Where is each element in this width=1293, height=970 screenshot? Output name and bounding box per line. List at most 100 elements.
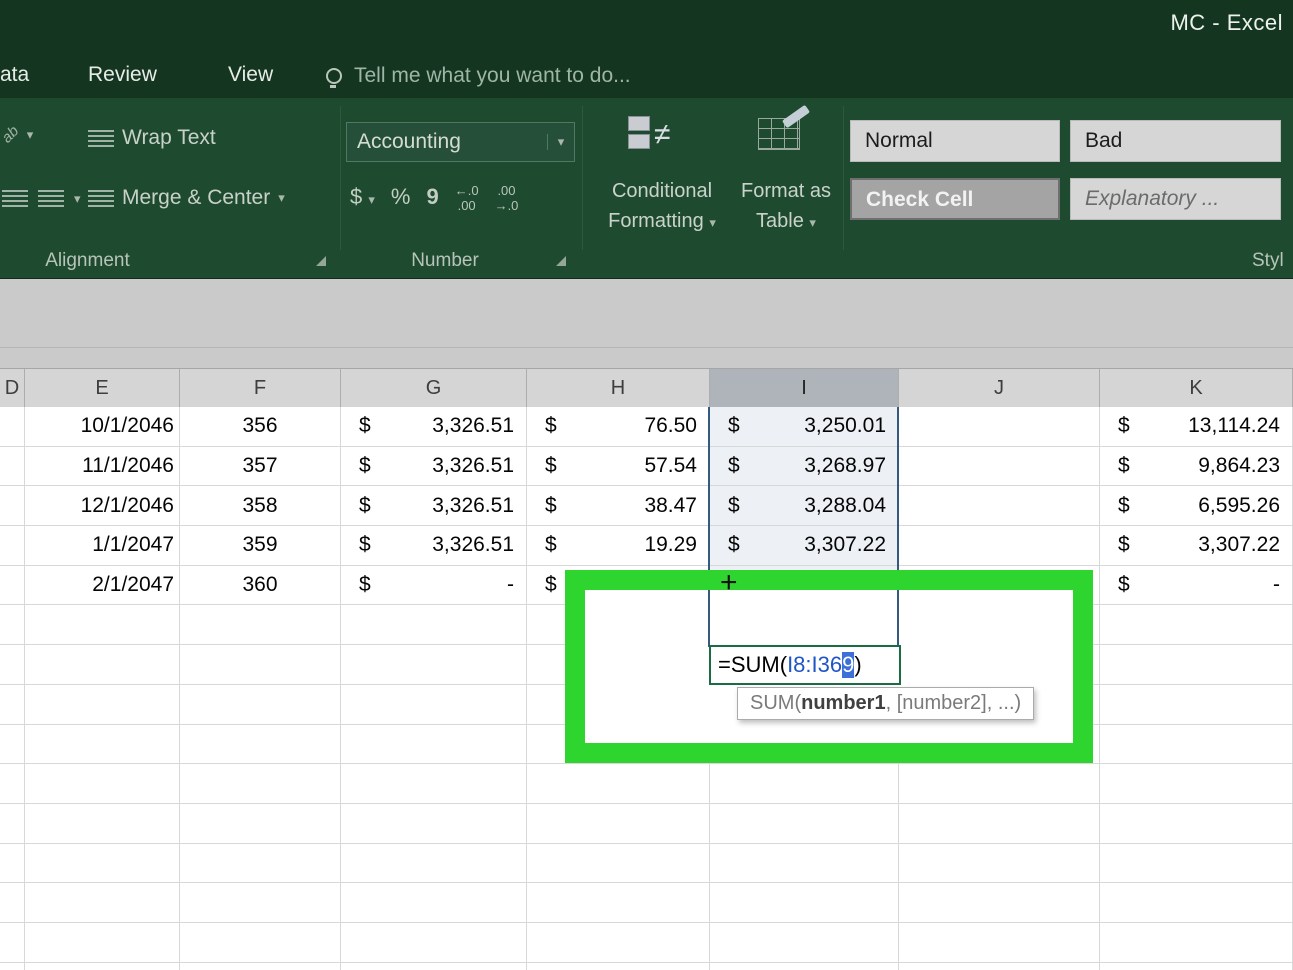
cell[interactable]: 10/1/2046 — [25, 407, 180, 446]
percent-format-button[interactable]: % — [391, 184, 411, 210]
cell[interactable] — [899, 407, 1100, 446]
cell[interactable] — [1100, 922, 1293, 962]
cell[interactable]: 2/1/2047 — [25, 565, 180, 605]
cell[interactable] — [0, 764, 25, 803]
cell[interactable]: $6,595.26 — [1100, 486, 1293, 526]
cell[interactable] — [0, 922, 25, 962]
cell[interactable] — [0, 724, 25, 764]
cell[interactable] — [0, 526, 25, 565]
cell[interactable] — [899, 843, 1100, 883]
cell[interactable] — [0, 605, 25, 645]
cell[interactable]: 359 — [180, 526, 341, 565]
cell[interactable] — [710, 803, 899, 843]
cell[interactable] — [341, 684, 527, 724]
cell[interactable] — [180, 605, 341, 645]
cell[interactable]: $3,326.51 — [341, 407, 527, 446]
format-as-table-button[interactable]: Table ▾ — [726, 210, 846, 233]
cell[interactable]: $9,864.23 — [1100, 446, 1293, 486]
indent-buttons[interactable]: ▾ — [2, 190, 81, 207]
cell[interactable] — [25, 843, 180, 883]
format-as-table-label-1[interactable]: Format as — [726, 180, 846, 203]
column-header-K[interactable]: K — [1100, 369, 1293, 407]
cell[interactable] — [710, 764, 899, 803]
cell[interactable]: 358 — [180, 486, 341, 526]
cell[interactable] — [710, 843, 899, 883]
increase-decimal-button[interactable]: ←.0 .00 — [455, 183, 479, 214]
currency-format-button[interactable]: $ ▾ — [350, 184, 375, 210]
cell[interactable] — [0, 565, 25, 605]
cell[interactable] — [180, 803, 341, 843]
cell[interactable] — [899, 526, 1100, 565]
cell[interactable]: $38.47 — [527, 486, 710, 526]
cell[interactable] — [341, 645, 527, 684]
cell[interactable] — [0, 446, 25, 486]
cell[interactable]: 360 — [180, 565, 341, 605]
cell[interactable] — [0, 486, 25, 526]
cell[interactable] — [527, 843, 710, 883]
cell[interactable] — [341, 962, 527, 970]
wrap-text-button[interactable]: Wrap Text — [88, 126, 216, 150]
cell[interactable] — [710, 883, 899, 922]
cell[interactable]: $3,326.51 — [341, 526, 527, 565]
cell[interactable] — [899, 486, 1100, 526]
cell[interactable]: $3,307.22 — [1100, 526, 1293, 565]
column-header-J[interactable]: J — [899, 369, 1100, 407]
style-chip-bad[interactable]: Bad — [1070, 120, 1281, 162]
cell[interactable] — [899, 803, 1100, 843]
cell[interactable]: 11/1/2046 — [25, 446, 180, 486]
style-chip-explanatory[interactable]: Explanatory ... — [1070, 178, 1281, 220]
conditional-formatting-label-1[interactable]: Conditional — [592, 180, 732, 203]
cell[interactable] — [25, 803, 180, 843]
cell[interactable] — [180, 684, 341, 724]
cell[interactable] — [341, 605, 527, 645]
cell[interactable] — [710, 922, 899, 962]
column-header-I[interactable]: I — [710, 369, 899, 407]
cell[interactable]: $3,288.04 — [710, 486, 899, 526]
cell[interactable] — [341, 724, 527, 764]
column-header-F[interactable]: F — [180, 369, 341, 407]
cell[interactable] — [1100, 883, 1293, 922]
alignment-dialog-launcher-icon[interactable] — [316, 256, 326, 266]
cell[interactable] — [899, 962, 1100, 970]
formula-edit-cell[interactable]: =SUM(I8:I36 9) — [709, 645, 901, 685]
cell[interactable] — [180, 764, 341, 803]
cell[interactable] — [899, 922, 1100, 962]
cell[interactable]: 357 — [180, 446, 341, 486]
cell[interactable]: 1/1/2047 — [25, 526, 180, 565]
cell[interactable] — [0, 883, 25, 922]
decrease-decimal-button[interactable]: .00 →.0 — [495, 183, 519, 214]
cell[interactable]: $3,326.51 — [341, 446, 527, 486]
style-chip-normal[interactable]: Normal — [850, 120, 1060, 162]
cell[interactable] — [0, 803, 25, 843]
cell[interactable] — [180, 922, 341, 962]
cell[interactable]: $ - — [1100, 565, 1293, 605]
cell[interactable] — [1100, 684, 1293, 724]
cell[interactable] — [899, 764, 1100, 803]
cell[interactable]: $3,307.22 — [710, 526, 899, 565]
format-as-table-icon[interactable] — [748, 104, 818, 164]
cell[interactable] — [1100, 724, 1293, 764]
cell[interactable] — [25, 883, 180, 922]
cell[interactable] — [341, 843, 527, 883]
cell[interactable]: $3,268.97 — [710, 446, 899, 486]
cell[interactable]: $13,114.24 — [1100, 407, 1293, 446]
comma-style-button[interactable]: 9 — [426, 184, 438, 210]
number-format-dropdown[interactable]: Accounting ▾ — [346, 122, 575, 162]
cell[interactable] — [899, 446, 1100, 486]
column-header-G[interactable]: G — [341, 369, 527, 407]
cell[interactable] — [341, 883, 527, 922]
column-header-E[interactable]: E — [25, 369, 180, 407]
cell[interactable] — [1100, 605, 1293, 645]
cell[interactable] — [25, 724, 180, 764]
cell[interactable] — [341, 922, 527, 962]
cell[interactable] — [0, 645, 25, 684]
cell[interactable] — [527, 883, 710, 922]
cell[interactable] — [180, 724, 341, 764]
tab-view[interactable]: View — [228, 63, 273, 87]
cell[interactable] — [180, 843, 341, 883]
cell[interactable] — [710, 962, 899, 970]
conditional-formatting-icon[interactable]: ≠ — [624, 110, 688, 166]
cell[interactable] — [0, 684, 25, 724]
cell[interactable]: $76.50 — [527, 407, 710, 446]
tab-data[interactable]: ata — [0, 63, 29, 87]
